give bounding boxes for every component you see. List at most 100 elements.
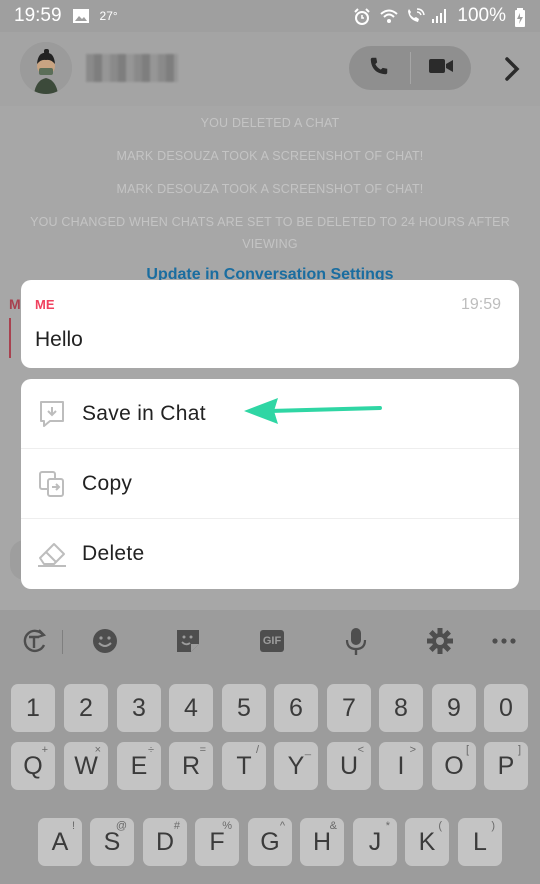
key[interactable]: ^ G — [248, 818, 292, 866]
sticker-icon[interactable] — [173, 626, 203, 656]
message-time: 19:59 — [460, 296, 501, 313]
key-label: L — [473, 827, 487, 856]
key-label: Q — [23, 751, 43, 780]
key[interactable]: × W — [64, 742, 108, 790]
wifi-calling-icon — [405, 8, 426, 24]
key-hint: > — [409, 744, 416, 756]
key-label: U — [339, 751, 359, 780]
menu-item-delete[interactable]: Delete — [21, 519, 519, 589]
key-hint: * — [385, 820, 390, 832]
key-label: K — [418, 827, 436, 856]
key-hint: + — [41, 744, 48, 756]
key[interactable]: 8 — [379, 684, 423, 732]
key[interactable]: < U — [327, 742, 371, 790]
gear-icon[interactable] — [425, 626, 455, 656]
key[interactable]: @ S — [90, 818, 134, 866]
video-call-button[interactable] — [411, 46, 472, 90]
key[interactable]: / T — [222, 742, 266, 790]
key-hint: = — [199, 744, 206, 756]
status-bar: 19:59 27° 100% — [0, 0, 540, 32]
arrow-left-icon — [240, 392, 386, 433]
more-icon[interactable] — [489, 626, 519, 656]
key-hint: ) — [491, 820, 495, 832]
menu-item-copy[interactable]: Copy — [21, 449, 519, 519]
phone-icon — [368, 55, 390, 82]
key-hint: × — [94, 744, 101, 756]
key-label: 2 — [79, 693, 93, 722]
key-hint: & — [329, 820, 337, 832]
key-hint: @ — [115, 820, 127, 832]
system-message: YOU DELETED A CHAT — [200, 116, 340, 130]
eraser-icon — [35, 537, 69, 571]
key[interactable]: 1 — [11, 684, 55, 732]
key[interactable]: _ Y — [274, 742, 318, 790]
key[interactable]: > I — [379, 742, 423, 790]
key-label: R — [181, 751, 201, 780]
toolbar-separator — [62, 630, 63, 654]
alarm-icon — [353, 8, 371, 25]
key[interactable]: ] P — [484, 742, 528, 790]
signal-icon — [431, 8, 449, 24]
gif-label: GIF — [259, 630, 285, 652]
chevron-right-icon[interactable] — [498, 54, 526, 84]
message-sender: ME — [35, 297, 55, 312]
key[interactable]: 2 — [64, 684, 108, 732]
key-label: P — [497, 751, 515, 780]
contact-name-blurred[interactable] — [86, 54, 178, 82]
key-hint: _ — [304, 744, 311, 756]
emoji-icon[interactable] — [90, 626, 120, 656]
key[interactable]: = R — [169, 742, 213, 790]
phone-call-button[interactable] — [349, 46, 410, 90]
key[interactable]: ÷ E — [117, 742, 161, 790]
key[interactable]: % F — [195, 818, 239, 866]
key[interactable]: 6 — [274, 684, 318, 732]
microphone-icon[interactable] — [341, 626, 371, 656]
message-accent-bar — [9, 318, 11, 358]
key-label: 1 — [26, 693, 40, 722]
key-hint: / — [255, 744, 259, 756]
avatar[interactable] — [20, 42, 72, 94]
system-message: MARK DESOUZA TOOK A SCREENSHOT OF CHAT! — [116, 149, 424, 163]
key-label: 3 — [132, 693, 146, 722]
key-label: G — [260, 827, 280, 856]
key-label: 5 — [237, 693, 251, 722]
selected-message-card: ME 19:59 Hello — [21, 280, 519, 368]
key[interactable]: 0 — [484, 684, 528, 732]
key-hint: % — [222, 820, 232, 832]
key-label: J — [368, 827, 382, 856]
key[interactable]: 4 — [169, 684, 213, 732]
system-message: YOU CHANGED WHEN CHATS ARE SET TO BE DEL… — [30, 215, 510, 229]
status-battery-text: 100% — [457, 5, 506, 26]
translate-icon[interactable] — [19, 626, 49, 656]
key[interactable]: # D — [143, 818, 187, 866]
chat-header — [0, 32, 540, 106]
key-hint: < — [357, 744, 364, 756]
behind-sender-label: M — [9, 296, 21, 312]
key-hint: ( — [438, 820, 442, 832]
key[interactable]: 5 — [222, 684, 266, 732]
key[interactable]: * J — [353, 818, 397, 866]
message-text: Hello — [35, 328, 83, 351]
key-hint: ^ — [279, 820, 285, 832]
key[interactable]: ! A — [38, 818, 82, 866]
key[interactable]: + Q — [11, 742, 55, 790]
wifi-icon — [379, 8, 399, 24]
key[interactable]: 7 — [327, 684, 371, 732]
key[interactable]: [O — [432, 742, 476, 790]
key-label: Y — [287, 751, 305, 780]
gif-button[interactable]: GIF — [257, 626, 287, 656]
key[interactable]: & H — [300, 818, 344, 866]
status-time: 19:59 — [14, 5, 62, 26]
key[interactable]: (K — [405, 818, 449, 866]
key[interactable]: 3 — [117, 684, 161, 732]
key-hint: [ — [465, 744, 469, 756]
key[interactable]: 9 — [432, 684, 476, 732]
key-label: O — [444, 751, 464, 780]
key-label: 0 — [499, 693, 513, 722]
key-label: D — [155, 827, 175, 856]
key[interactable]: ) L — [458, 818, 502, 866]
system-message: VIEWING — [242, 237, 298, 251]
key-label: I — [397, 751, 405, 780]
battery-icon — [514, 8, 526, 27]
key-hint: ] — [517, 744, 521, 756]
